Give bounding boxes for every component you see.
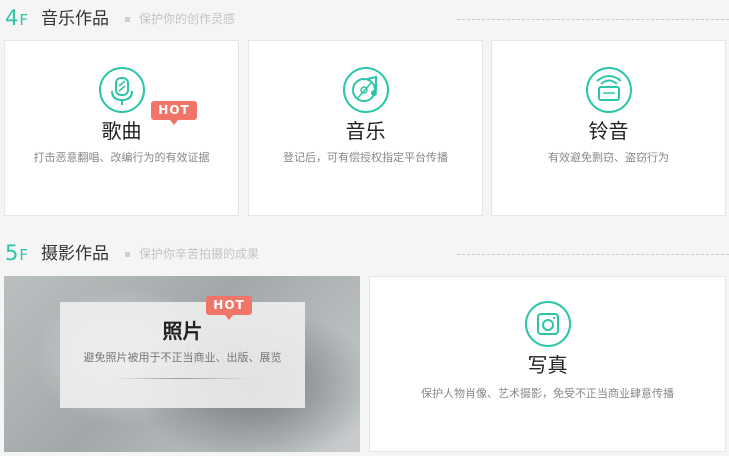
- separator-dot: [125, 252, 130, 257]
- floor-4-header: 4F 音乐作品 保护你的创作灵感: [0, 2, 729, 36]
- divider-line: [112, 378, 252, 379]
- microphone-icon: [98, 67, 145, 113]
- card-description: 打击恶意翻唱、改编行为的有效证据: [33, 151, 210, 164]
- card-ringtone[interactable]: 铃音 有效避免剽窃、盗窃行为: [491, 40, 726, 216]
- card-title: 写真: [527, 353, 568, 377]
- photo-overlay: 照片 避免照片被用于不正当商业、出版、展览: [60, 302, 305, 408]
- card-title: 铃音: [588, 119, 629, 143]
- divider-line: [457, 19, 729, 20]
- card-description: 有效避免剽窃、盗窃行为: [548, 151, 669, 164]
- card-title: 音乐: [345, 119, 386, 143]
- music-disc-icon: [342, 67, 389, 113]
- card-title: 歌曲: [101, 119, 142, 143]
- floor-subtitle: 保护你辛苦拍摄的成果: [139, 247, 260, 261]
- floor-5-header: 5F 摄影作品 保护你辛苦拍摄的成果: [0, 237, 729, 271]
- separator-dot: [125, 17, 130, 22]
- camera-icon: [524, 301, 571, 347]
- card-song[interactable]: HOT 歌曲 打击恶意翻唱、改编行为的有效证据: [4, 40, 239, 216]
- card-music[interactable]: 音乐 登记后，可有偿授权指定平台传播: [248, 40, 483, 216]
- card-portrait[interactable]: 写真 保护人物肖像、艺术摄影，免受不正当商业肆意传播: [369, 276, 726, 452]
- floor-title: 摄影作品: [41, 244, 109, 264]
- card-description: 登记后，可有偿授权指定平台传播: [283, 151, 448, 164]
- divider-line: [457, 254, 729, 255]
- floor-number: 4F: [5, 6, 29, 30]
- card-title: 照片: [162, 319, 203, 343]
- floor-subtitle: 保护你的创作灵感: [139, 12, 236, 26]
- card-description: 避免照片被用于不正当商业、出版、展览: [83, 351, 282, 364]
- card-description: 保护人物肖像、艺术摄影，免受不正当商业肆意传播: [421, 387, 674, 400]
- card-photo[interactable]: 照片 避免照片被用于不正当商业、出版、展览 HOT: [4, 276, 360, 452]
- ringtone-icon: [585, 67, 632, 113]
- hot-badge: HOT: [206, 296, 252, 320]
- floor-title: 音乐作品: [41, 9, 109, 29]
- floor-number: 5F: [5, 241, 29, 265]
